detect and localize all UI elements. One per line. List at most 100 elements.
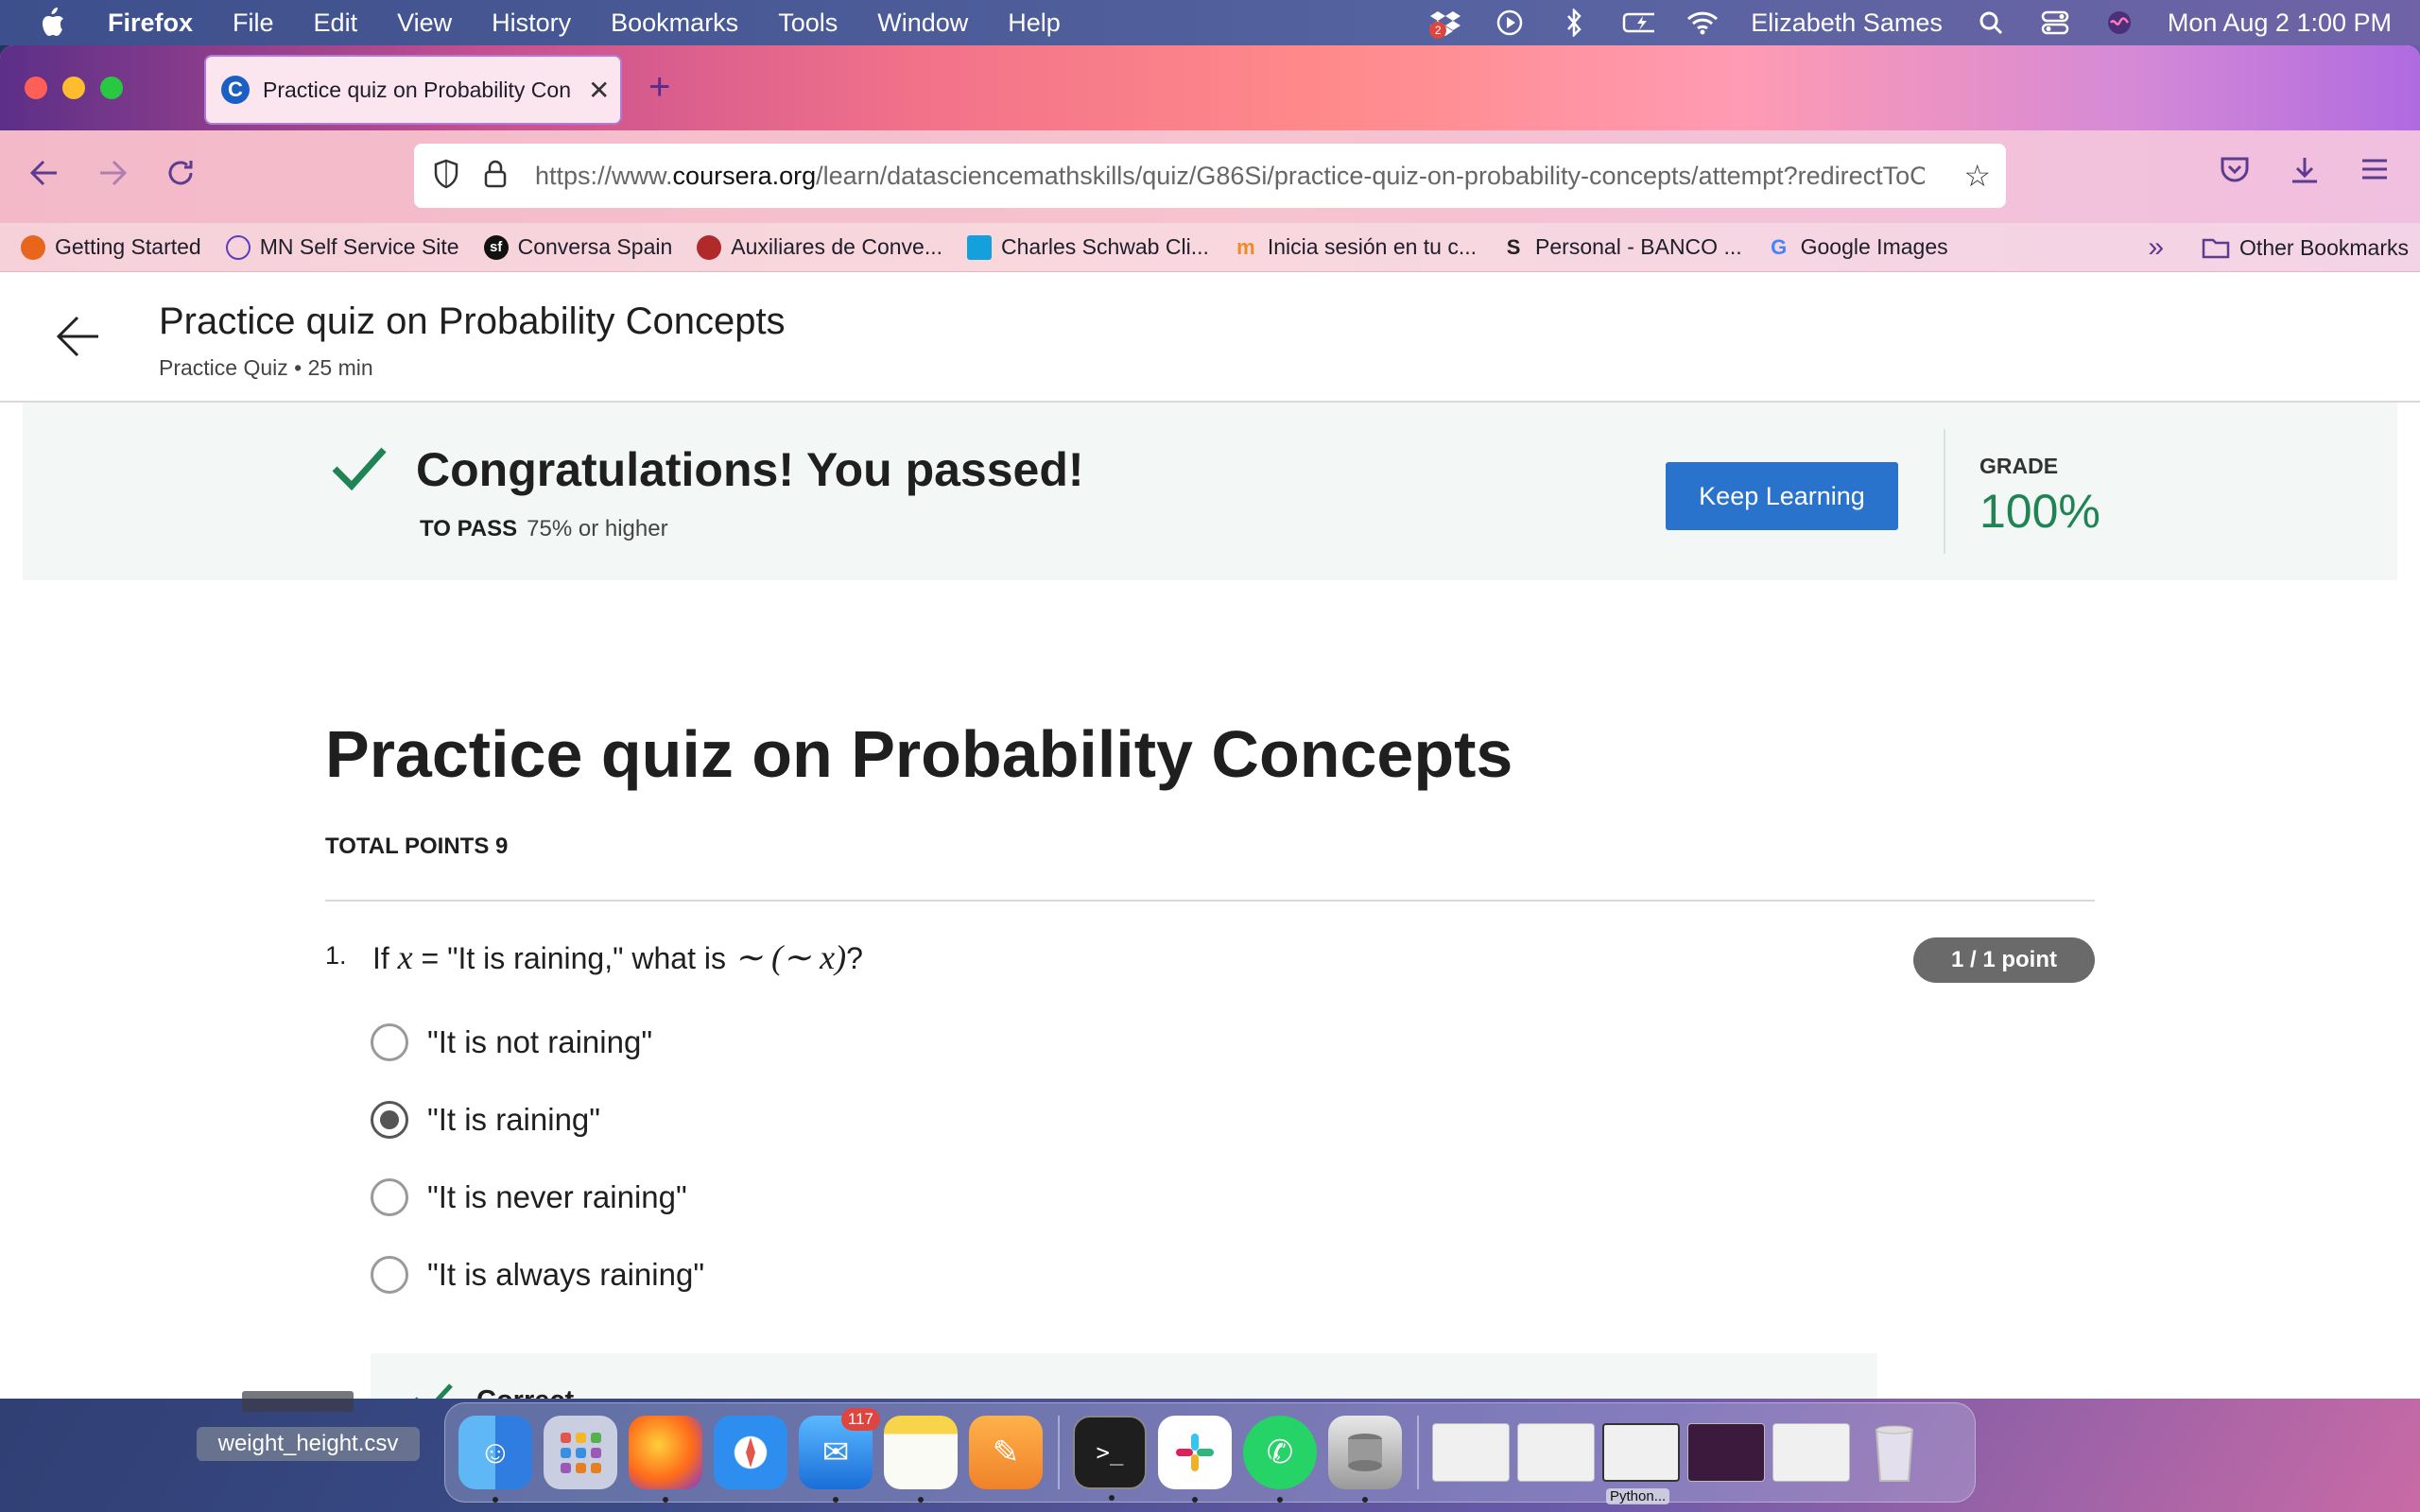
bookmark-charles-schwab[interactable]: Charles Schwab Cli... [967, 234, 1209, 260]
window-thumbnail-slack[interactable] [1687, 1423, 1765, 1482]
media-play-icon[interactable] [1494, 9, 1526, 37]
mail-badge: 117 [840, 1408, 880, 1431]
chevron-overflow-icon[interactable]: » [2148, 232, 2164, 264]
pages-icon[interactable]: ✎ [969, 1416, 1043, 1489]
trash-icon[interactable] [1858, 1416, 1931, 1489]
bookmark-getting-started[interactable]: Getting Started [21, 234, 201, 260]
window-thumbnail-python[interactable]: Python... [1602, 1423, 1680, 1504]
reload-icon[interactable] [164, 157, 197, 198]
answer-option-selected[interactable]: "It is raining" [371, 1096, 600, 1143]
dropbox-icon[interactable]: 2 [1429, 9, 1461, 39]
conversa-icon: sf [483, 234, 509, 260]
menu-app-firefox[interactable]: Firefox [108, 9, 193, 38]
menu-help[interactable]: Help [1008, 9, 1061, 38]
finder-icon[interactable]: ☺ [458, 1416, 532, 1503]
radio-button[interactable] [371, 1023, 408, 1061]
bookmark-mn-self-service[interactable]: MN Self Service Site [225, 234, 459, 260]
page-content: Practice quiz on Probability Concepts Pr… [0, 272, 2420, 1399]
macos-menu-bar: Firefox File Edit View History Bookmarks… [0, 0, 2420, 45]
radio-button[interactable] [371, 1178, 408, 1216]
quiz-title: Practice quiz on Probability Concepts [325, 717, 1513, 791]
address-bar[interactable]: https://www.coursera.org/learn/datascien… [414, 144, 2006, 208]
menubar-datetime[interactable]: Mon Aug 2 1:00 PM [2168, 9, 2392, 38]
battery-icon[interactable] [1622, 9, 1655, 37]
tab-active[interactable]: C Practice quiz on Probability Con ✕ [204, 55, 622, 125]
menu-edit[interactable]: Edit [314, 9, 358, 38]
radio-button-selected[interactable] [371, 1101, 408, 1139]
feedback-box: Correct [371, 1353, 1877, 1399]
file-thumbnail[interactable] [242, 1391, 354, 1412]
wifi-icon[interactable] [1686, 9, 1719, 37]
bookmark-conversa-spain[interactable]: sf Conversa Spain [483, 234, 672, 260]
answer-option[interactable]: "It is always raining" [371, 1251, 704, 1298]
firefox-window: C Practice quiz on Probability Con ✕ + h… [0, 45, 2420, 1399]
mail-envelope-icon[interactable]: ✉ 117 [799, 1408, 880, 1503]
firefox-icon [21, 234, 45, 260]
option-label: "It is raining" [427, 1102, 600, 1137]
answer-option[interactable]: "It is not raining" [371, 1019, 652, 1066]
launchpad-icon[interactable] [544, 1416, 617, 1489]
database-icon[interactable] [1328, 1416, 1402, 1503]
spotlight-search-icon[interactable] [1975, 9, 2007, 37]
other-bookmarks[interactable]: Other Bookmarks [2202, 235, 2409, 261]
tracking-protection-shield-icon[interactable] [433, 159, 459, 194]
close-tab-icon[interactable]: ✕ [588, 75, 610, 106]
option-label: "It is always raining" [427, 1257, 705, 1292]
menu-window[interactable]: Window [877, 9, 968, 38]
slack-icon[interactable] [1158, 1416, 1232, 1503]
thumbnail-label: Python... [1606, 1488, 1670, 1504]
whatsapp-icon[interactable]: ✆ [1243, 1416, 1317, 1503]
window-thumbnail-mail[interactable] [1772, 1423, 1850, 1482]
back-arrow-icon[interactable] [28, 157, 60, 198]
downloads-icon[interactable] [2290, 155, 2320, 193]
close-window-button[interactable] [25, 77, 47, 99]
control-center-icon[interactable] [2039, 9, 2071, 37]
hamburger-menu-icon[interactable] [2360, 155, 2390, 190]
page-subtitle: Practice Quiz • 25 min [159, 355, 373, 380]
keep-learning-button[interactable]: Keep Learning [1666, 462, 1898, 530]
firefox-icon[interactable] [629, 1416, 702, 1503]
window-thumbnail[interactable] [1517, 1423, 1595, 1482]
url-text[interactable]: https://www.coursera.org/learn/datascien… [535, 162, 1925, 191]
feedback-label: Correct [476, 1385, 574, 1399]
check-icon [331, 444, 388, 496]
new-tab-plus-icon[interactable]: + [648, 66, 670, 109]
option-label: "It is not raining" [427, 1024, 653, 1059]
menu-bookmarks[interactable]: Bookmarks [611, 9, 738, 38]
tab-bar: C Practice quiz on Probability Con ✕ + [0, 45, 2420, 130]
menu-history[interactable]: History [492, 9, 571, 38]
desktop-file-label[interactable]: weight_height.csv [197, 1427, 420, 1461]
forward-arrow-icon[interactable] [96, 157, 129, 198]
back-arrow-icon[interactable] [53, 312, 102, 366]
bookmark-star-icon[interactable]: ☆ [1963, 158, 1991, 194]
menu-tools[interactable]: Tools [778, 9, 838, 38]
banco-icon: S [1506, 234, 1521, 259]
bookmark-google-images[interactable]: G Google Images [1767, 234, 1948, 260]
terminal-icon[interactable]: >_ [1073, 1416, 1147, 1501]
safari-compass-icon[interactable] [714, 1416, 787, 1489]
menu-file[interactable]: File [233, 9, 274, 38]
grade-value: 100% [1979, 485, 2100, 538]
radio-button[interactable] [371, 1256, 408, 1294]
siri-icon[interactable] [2103, 9, 2135, 37]
zoom-window-button[interactable] [100, 77, 123, 99]
question-number: 1. [325, 941, 347, 970]
divider [1944, 429, 1945, 554]
bookmark-personal-banco[interactable]: S Personal - BANCO ... [1501, 234, 1742, 260]
pocket-icon[interactable] [2220, 155, 2250, 191]
lock-icon[interactable] [484, 160, 507, 193]
navigation-toolbar: https://www.coursera.org/learn/datascien… [0, 130, 2420, 223]
notes-icon[interactable] [884, 1416, 958, 1503]
menu-view[interactable]: View [397, 9, 452, 38]
apple-menu-icon[interactable] [38, 7, 76, 39]
window-thumbnail-whatsapp[interactable] [1432, 1423, 1510, 1482]
bluetooth-icon[interactable] [1558, 9, 1590, 37]
coursera-favicon-icon: C [221, 76, 250, 104]
globe-icon [225, 234, 251, 260]
answer-option[interactable]: "It is never raining" [371, 1174, 687, 1221]
user-name[interactable]: Elizabeth Sames [1751, 9, 1943, 38]
minimize-window-button[interactable] [62, 77, 85, 99]
bookmark-auxiliares[interactable]: Auxiliares de Conve... [697, 234, 942, 260]
bookmark-inicia-sesion[interactable]: m Inicia sesión en tu c... [1234, 234, 1477, 260]
dock-separator [1058, 1416, 1060, 1489]
